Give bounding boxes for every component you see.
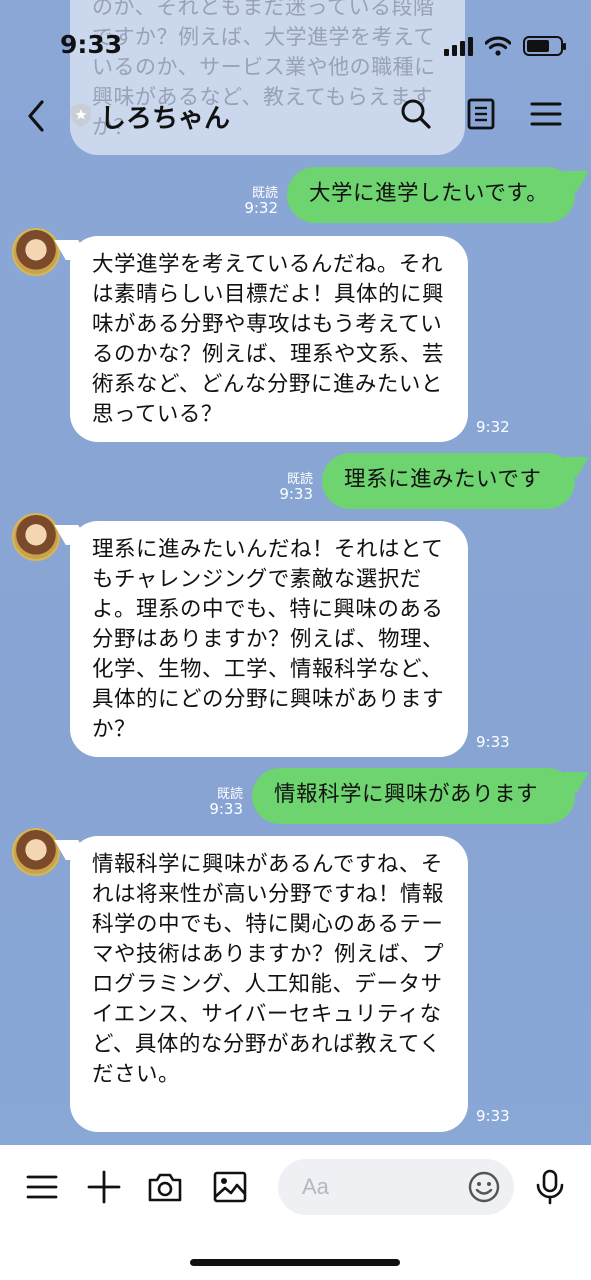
status-bar: 9:33 xyxy=(0,0,591,90)
avatar[interactable] xyxy=(12,828,60,876)
hamburger-icon[interactable] xyxy=(24,1169,60,1205)
shield-icon xyxy=(71,103,91,127)
status-icons xyxy=(444,36,566,56)
menu-icon[interactable] xyxy=(528,96,564,132)
avatar[interactable] xyxy=(12,513,60,561)
incoming-message[interactable]: 情報科学に興味があるんですね、それは将来性が高い分野ですね！情報科学の中でも、特… xyxy=(70,836,468,1132)
message-time: 9:32 xyxy=(476,418,510,436)
message-input[interactable] xyxy=(302,1171,452,1203)
message-input-bar xyxy=(0,1145,591,1280)
outgoing-message[interactable]: 情報科学に興味があります xyxy=(252,768,575,824)
status-time: 9:33 xyxy=(60,30,123,59)
search-icon[interactable] xyxy=(398,96,434,132)
message-time: 9:33 xyxy=(209,800,243,818)
message-time: 9:33 xyxy=(476,733,510,751)
avatar[interactable] xyxy=(12,228,60,276)
home-indicator xyxy=(190,1259,400,1266)
camera-icon[interactable] xyxy=(147,1169,183,1205)
signal-icon xyxy=(444,36,473,56)
battery-icon xyxy=(523,36,566,56)
chat-title: しろちゃん xyxy=(100,104,231,134)
outgoing-message[interactable]: 理系に進みたいです xyxy=(322,453,575,509)
wifi-icon xyxy=(485,36,511,56)
microphone-icon[interactable] xyxy=(532,1169,568,1205)
message-time: 9:33 xyxy=(279,485,313,503)
plus-icon[interactable] xyxy=(86,1169,122,1205)
incoming-message[interactable]: 大学進学を考えているんだね。それは素晴らしい目標だよ！具体的に興味がある分野や専… xyxy=(70,236,468,442)
image-icon[interactable] xyxy=(212,1169,248,1205)
incoming-message[interactable]: 理系に進みたいんだね！それはとてもチャレンジングで素敵な選択だよ。理系の中でも、… xyxy=(70,521,468,757)
emoji-icon[interactable] xyxy=(466,1169,502,1205)
back-icon[interactable] xyxy=(22,96,52,136)
outgoing-message[interactable]: 大学に進学したいです。 xyxy=(287,167,575,223)
message-time: 9:33 xyxy=(476,1107,510,1125)
message-input-container xyxy=(278,1159,514,1215)
message-time: 9:32 xyxy=(244,199,278,217)
chat-header: しろちゃん xyxy=(0,90,591,140)
notes-icon[interactable] xyxy=(463,96,499,132)
